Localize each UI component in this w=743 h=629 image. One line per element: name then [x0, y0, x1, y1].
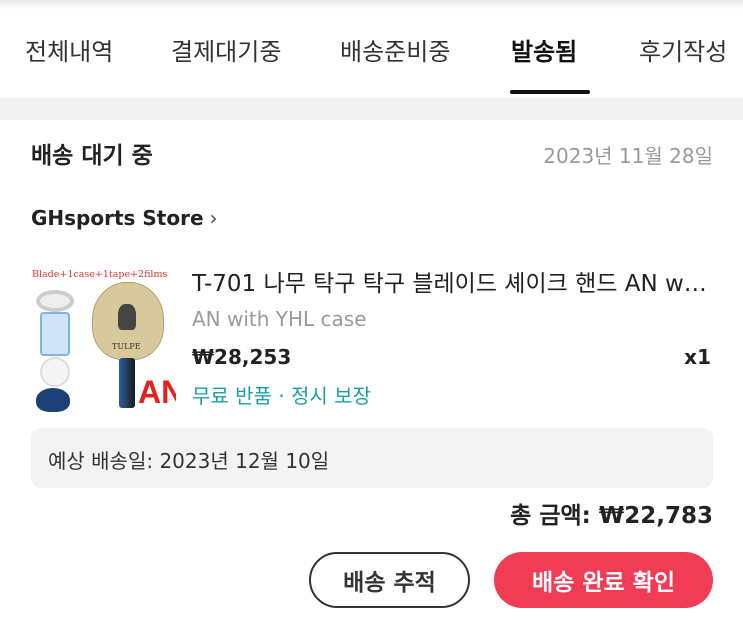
estimated-delivery-box: 예상 배송일: 2023년 12월 10일: [31, 428, 713, 488]
tab-write-review[interactable]: 후기작성: [639, 34, 727, 70]
order-date: 2023년 11월 28일: [543, 144, 713, 168]
order-status: 배송 대기 중: [31, 143, 153, 169]
order-status-tabs: 전체내역 결제대기중 배송준비중 발송됨 후기작성: [0, 10, 743, 98]
blade-handle-graphic: [119, 358, 135, 408]
confirm-delivery-button[interactable]: 배송 완료 확인: [494, 552, 713, 608]
blade-brand-text: TULPE: [112, 342, 141, 351]
store-link[interactable]: GHsports Store ›: [31, 206, 218, 230]
product-perks: 무료 반품 · 정시 보장: [192, 384, 371, 408]
product-quantity: x1: [684, 345, 711, 369]
section-divider: [0, 98, 743, 120]
tab-preparing[interactable]: 배송준비중: [340, 34, 450, 70]
tab-shipped[interactable]: 발송됨: [511, 34, 577, 70]
blade-logo-graphic: [118, 304, 136, 330]
chevron-right-icon: ›: [209, 206, 218, 230]
film-graphic: [40, 357, 70, 387]
order-total: 총 금액: ₩22,783: [510, 503, 713, 529]
tab-all[interactable]: 전체내역: [25, 34, 113, 70]
active-tab-indicator: [510, 90, 590, 94]
product-image-badge: AN: [138, 374, 176, 410]
product-image-caption: Blade+1case+1tape+2films: [32, 269, 168, 280]
track-shipment-button[interactable]: 배송 추적: [309, 552, 470, 608]
tab-awaiting-payment[interactable]: 결제대기중: [171, 34, 281, 70]
edge-tape-ring-graphic: [36, 290, 74, 312]
product-variant: AN with YHL case: [192, 307, 367, 331]
product-price: ₩28,253: [192, 345, 292, 369]
store-name: GHsports Store: [31, 206, 204, 230]
product-name[interactable]: T-701 나무 탁구 탁구 블레이드 셰이크 핸드 AN with YHL c…: [192, 264, 712, 298]
tape-graphic: [40, 312, 70, 356]
case-graphic: [36, 388, 70, 412]
estimated-delivery-text: 예상 배송일: 2023년 12월 10일: [48, 449, 330, 473]
product-image[interactable]: Blade+1case+1tape+2films TULPE AN: [30, 262, 176, 414]
top-shadow: [0, 0, 743, 10]
